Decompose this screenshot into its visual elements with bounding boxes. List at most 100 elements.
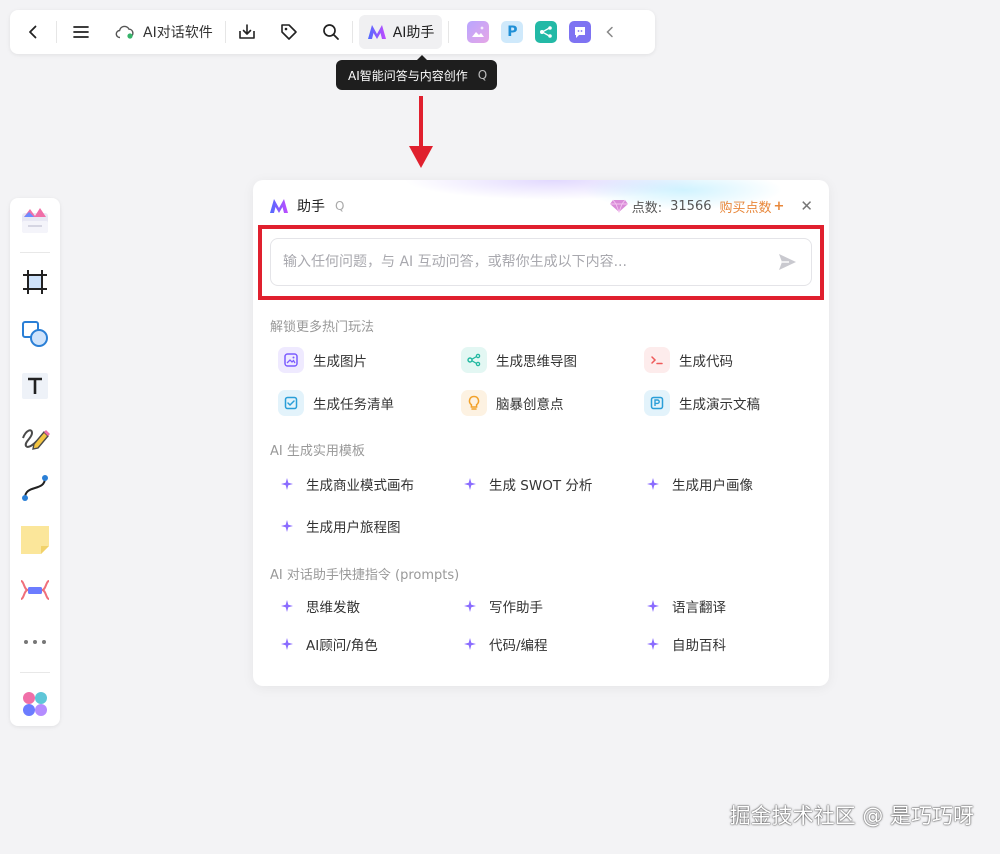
item-label: 自助百科 <box>672 638 726 654</box>
pen-icon <box>22 429 50 450</box>
search-button[interactable] <box>310 10 352 54</box>
sparkle-icon <box>463 600 477 612</box>
panel-shortcut: Q <box>335 199 345 213</box>
tooltip-shortcut: Q <box>477 68 488 82</box>
item-label: 生成用户画像 <box>672 478 753 494</box>
mindmap-tool[interactable] <box>10 568 60 612</box>
code-icon <box>644 347 670 373</box>
divergent-thinking-item[interactable]: 思维发散 <box>280 592 360 620</box>
sparkle-icon <box>646 600 660 612</box>
watermark-text: 掘金技术社区 @ 是巧巧呀 <box>729 804 974 828</box>
template-card-icon <box>22 208 48 233</box>
shape-tool[interactable] <box>10 312 60 356</box>
connector-icon <box>22 475 48 501</box>
tag-button[interactable] <box>268 10 310 54</box>
presentation-icon <box>644 390 670 416</box>
item-label: 生成 SWOT 分析 <box>489 478 593 494</box>
connector-tool[interactable] <box>10 466 60 510</box>
item-label: 生成演示文稿 <box>679 397 760 413</box>
chevron-left-icon <box>29 25 37 39</box>
ai-assistant-tooltip: AI智能问答与内容创作 Q <box>336 55 498 90</box>
item-label: 生成用户旅程图 <box>306 520 401 536</box>
prompt-input[interactable] <box>283 254 775 270</box>
divider <box>20 672 50 673</box>
close-button[interactable]: ✕ <box>800 197 813 215</box>
sparkle-icon <box>646 478 660 490</box>
generate-presentation-item[interactable]: 生成演示文稿 <box>644 389 760 417</box>
generate-mindmap-item[interactable]: 生成思维导图 <box>461 346 577 374</box>
hamburger-icon <box>73 26 89 38</box>
section-title: AI 生成实用模板 <box>270 444 365 459</box>
section-title: 解锁更多热门玩法 <box>270 320 375 335</box>
prompt-input-box <box>270 238 812 286</box>
ai-assistant-label: AI助手 <box>392 25 435 41</box>
templates-tool[interactable] <box>10 198 60 242</box>
item-label: 生成任务清单 <box>313 397 394 413</box>
back-button[interactable] <box>10 10 56 54</box>
apps-grid-icon <box>23 692 47 716</box>
pen-tool[interactable] <box>10 416 60 460</box>
left-toolbar <box>10 198 60 726</box>
text-tool[interactable] <box>10 364 60 408</box>
divider <box>351 21 353 43</box>
swot-analysis-item[interactable]: 生成 SWOT 分析 <box>463 470 592 498</box>
download-button[interactable] <box>226 10 268 54</box>
item-label: AI顾问/角色 <box>306 638 378 654</box>
translation-item[interactable]: 语言翻译 <box>646 592 726 620</box>
image-sparkle-icon <box>472 26 485 37</box>
sticky-note-icon <box>21 526 49 554</box>
buy-points-link[interactable]: 购买点数 <box>720 197 772 216</box>
sparkle-icon <box>280 600 294 612</box>
generate-image-item[interactable]: 生成图片 <box>278 346 367 374</box>
sparkle-icon <box>280 478 294 490</box>
shapes-icon <box>22 321 48 347</box>
chat-bubble-icon <box>575 27 586 38</box>
generate-code-item[interactable]: 生成代码 <box>644 346 733 374</box>
user-journey-item[interactable]: 生成用户旅程图 <box>280 512 401 540</box>
gem-icon <box>609 199 628 213</box>
panel-title: 助手 <box>297 199 325 215</box>
plus-icon[interactable]: + <box>774 199 785 214</box>
download-icon <box>238 24 255 39</box>
presentation-app-button[interactable]: P <box>501 21 524 43</box>
apps-tool[interactable] <box>10 682 60 726</box>
mindmap-icon <box>540 26 553 38</box>
tag-icon <box>280 24 297 40</box>
sticky-note-tool[interactable] <box>10 518 60 562</box>
send-icon <box>779 254 796 270</box>
item-label: 生成商业模式画布 <box>306 478 414 494</box>
ai-advisor-item[interactable]: AI顾问/角色 <box>280 630 378 658</box>
generate-task-list-item[interactable]: 生成任务清单 <box>278 389 394 417</box>
mindmap-app-button[interactable] <box>535 21 558 43</box>
collapse-apps-button[interactable] <box>597 10 623 54</box>
panel-header: 助手 Q 点数: 31566 购买点数 + ✕ <box>269 194 813 218</box>
document-title[interactable]: AI对话软件 <box>105 10 225 54</box>
code-programming-item[interactable]: 代码/编程 <box>463 630 548 658</box>
points-value: 31566 <box>670 198 712 214</box>
writing-assistant-item[interactable]: 写作助手 <box>463 592 543 620</box>
chat-app-button[interactable] <box>569 21 592 43</box>
item-label: 思维发散 <box>306 600 360 616</box>
more-tools-button[interactable] <box>10 620 60 664</box>
tooltip-text: AI智能问答与内容创作 <box>348 68 468 83</box>
item-label: 代码/编程 <box>489 638 548 654</box>
business-canvas-item[interactable]: 生成商业模式画布 <box>280 470 414 498</box>
ai-assistant-button[interactable]: AI助手 <box>358 15 443 49</box>
ai-image-app-button[interactable] <box>467 21 490 43</box>
p-letter-icon: P <box>507 24 518 40</box>
divider <box>20 252 50 253</box>
sparkle-icon <box>646 638 660 650</box>
points-label: 点数: <box>631 200 663 216</box>
sparkle-icon <box>280 520 294 532</box>
user-persona-item[interactable]: 生成用户画像 <box>646 470 753 498</box>
more-dots-icon <box>24 640 46 644</box>
search-icon <box>322 24 339 40</box>
send-button[interactable] <box>775 250 799 274</box>
section-title: AI 对话助手快捷指令 (prompts) <box>270 568 460 583</box>
encyclopedia-item[interactable]: 自助百科 <box>646 630 726 658</box>
frame-tool[interactable] <box>10 260 60 304</box>
checklist-icon <box>278 390 304 416</box>
menu-button[interactable] <box>57 10 105 54</box>
brainstorm-item[interactable]: 脑暴创意点 <box>461 389 564 417</box>
item-label: 生成图片 <box>313 354 367 370</box>
